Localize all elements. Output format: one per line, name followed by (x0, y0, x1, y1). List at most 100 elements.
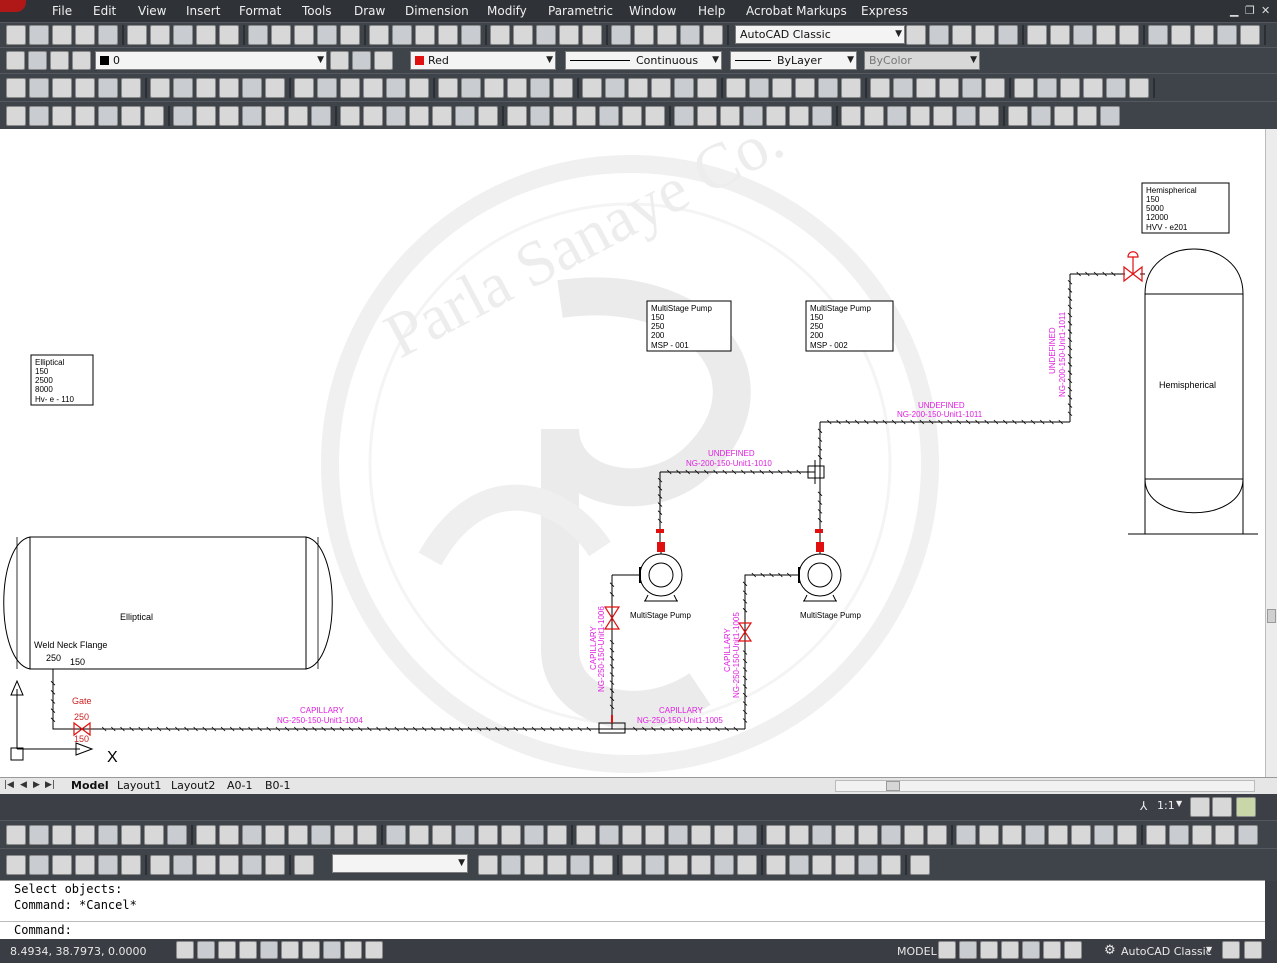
row5-tool-20-icon[interactable] (478, 825, 498, 845)
row3-tool-12-icon[interactable] (294, 78, 314, 98)
annotation-visibility-icon[interactable] (1190, 797, 1210, 817)
row5-tool-38-icon[interactable] (904, 825, 924, 845)
row2-tool-2-icon[interactable] (374, 51, 393, 70)
row1-tool-17-icon[interactable] (415, 25, 435, 45)
row6-tool-4-icon[interactable] (98, 855, 118, 875)
row5-tool-39-icon[interactable] (927, 825, 947, 845)
row1-tool-15-icon[interactable] (369, 25, 389, 45)
color-dropdown[interactable]: Red ▼ (410, 51, 556, 70)
elliptical-info-box[interactable]: Elliptical 150 2500 8000 Hv- e - 110 (30, 354, 94, 406)
row4-tool-25-icon[interactable] (599, 106, 619, 126)
row6-tool-3-icon[interactable] (547, 855, 567, 875)
row3-tool-41-icon[interactable] (985, 78, 1005, 98)
horizontal-scrollbar[interactable] (835, 780, 1255, 792)
row1-tool-7-icon[interactable] (173, 25, 193, 45)
statusicons2-tool-0-icon[interactable] (938, 941, 956, 959)
statusicons-tool-3-icon[interactable] (239, 941, 257, 959)
row5-tool-24-icon[interactable] (576, 825, 596, 845)
row2-tool-0-icon[interactable] (330, 51, 349, 70)
row1-tool-8-icon[interactable] (1096, 25, 1116, 45)
row4-tool-22-icon[interactable] (530, 106, 550, 126)
horizontal-scroll-thumb[interactable] (886, 781, 900, 791)
row5-tool-13-icon[interactable] (311, 825, 331, 845)
row3-tool-33-icon[interactable] (795, 78, 815, 98)
row3-tool-2-icon[interactable] (52, 78, 72, 98)
status-workspace[interactable]: AutoCAD Classic (1121, 945, 1212, 958)
menu-acrobat-markups[interactable]: Acrobat Markups (746, 4, 847, 18)
row6-tool-2-icon[interactable] (524, 855, 544, 875)
row5-tool-27-icon[interactable] (645, 825, 665, 845)
row5-tool-43-icon[interactable] (1025, 825, 1045, 845)
menu-insert[interactable]: Insert (186, 4, 220, 18)
row1-tool-18-icon[interactable] (438, 25, 458, 45)
statusicons-tool-6-icon[interactable] (302, 941, 320, 959)
row3-tool-44-icon[interactable] (1060, 78, 1080, 98)
row4-tool-45-icon[interactable] (1077, 106, 1097, 126)
row5-tool-17-icon[interactable] (409, 825, 429, 845)
statusicons-tool-5-icon[interactable] (281, 941, 299, 959)
row3-tool-42-icon[interactable] (1014, 78, 1034, 98)
row4-tool-28-icon[interactable] (674, 106, 694, 126)
row6-tool-16-icon[interactable] (858, 855, 878, 875)
annotation-scale-icon[interactable]: ⅄ (1140, 799, 1147, 813)
row4-tool-12-icon[interactable] (288, 106, 308, 126)
statusicons-tool-9-icon[interactable] (365, 941, 383, 959)
clean-screen-icon[interactable] (1244, 941, 1262, 959)
row5-tool-0-icon[interactable] (6, 825, 26, 845)
chevron-down-icon[interactable]: ▼ (1206, 945, 1212, 954)
row1-tool-1-icon[interactable] (29, 25, 49, 45)
row5-tool-14-icon[interactable] (334, 825, 354, 845)
row3-tool-20-icon[interactable] (484, 78, 504, 98)
row5-tool-45-icon[interactable] (1071, 825, 1091, 845)
row5-tool-50-icon[interactable] (1192, 825, 1212, 845)
row1-tool-3-icon[interactable] (975, 25, 995, 45)
row4-tool-26-icon[interactable] (622, 106, 642, 126)
row6-tool-2-icon[interactable] (52, 855, 72, 875)
menu-help[interactable]: Help (698, 4, 725, 18)
row6-tool-11-icon[interactable] (737, 855, 757, 875)
workspace-lock-icon[interactable] (1236, 797, 1256, 817)
row5-tool-37-icon[interactable] (881, 825, 901, 845)
row4-tool-36-icon[interactable] (864, 106, 884, 126)
statusicons2-tool-6-icon[interactable] (1064, 941, 1082, 959)
row2-tool-1-icon[interactable] (28, 51, 47, 70)
row1-tool-19-icon[interactable] (461, 25, 481, 45)
row3-tool-1-icon[interactable] (29, 78, 49, 98)
row5-tool-26-icon[interactable] (622, 825, 642, 845)
row5-tool-34-icon[interactable] (812, 825, 832, 845)
row5-tool-1-icon[interactable] (29, 825, 49, 845)
hemispherical-vessel[interactable] (1128, 248, 1258, 535)
row4-tool-44-icon[interactable] (1054, 106, 1074, 126)
row1-tool-5-icon[interactable] (127, 25, 147, 45)
row5-tool-31-icon[interactable] (737, 825, 757, 845)
row3-tool-24-icon[interactable] (582, 78, 602, 98)
statusicons2-tool-2-icon[interactable] (980, 941, 998, 959)
row3-tool-16-icon[interactable] (386, 78, 406, 98)
row5-tool-36-icon[interactable] (858, 825, 878, 845)
row4-tool-16-icon[interactable] (386, 106, 406, 126)
row4-tool-35-icon[interactable] (841, 106, 861, 126)
menu-format[interactable]: Format (239, 4, 281, 18)
row4-tool-1-icon[interactable] (29, 106, 49, 126)
row1-tool-13-icon[interactable] (1217, 25, 1237, 45)
row6-tool-3-icon[interactable] (75, 855, 95, 875)
row1-tool-4-icon[interactable] (998, 25, 1018, 45)
row1-tool-14-icon[interactable] (340, 25, 360, 45)
last-tab-icon[interactable]: ▶| (45, 780, 55, 790)
prev-tab-icon[interactable]: ◀ (20, 780, 27, 790)
row3-tool-36-icon[interactable] (870, 78, 890, 98)
pump-2[interactable] (798, 542, 842, 602)
row3-tool-37-icon[interactable] (893, 78, 913, 98)
row6-tool-0-icon[interactable] (6, 855, 26, 875)
row4-tool-40-icon[interactable] (956, 106, 976, 126)
view-dropdown[interactable]: ▼ (332, 854, 468, 873)
statusicons-tool-2-icon[interactable] (218, 941, 236, 959)
drawing-canvas[interactable]: Parla Sanaye Co. Elliptical 150 2500 800… (0, 129, 1265, 777)
row5-tool-9-icon[interactable] (219, 825, 239, 845)
toolbar-lock-icon[interactable] (1222, 941, 1240, 959)
row4-tool-7-icon[interactable] (173, 106, 193, 126)
row1-tool-28-icon[interactable] (680, 25, 700, 45)
tab-model[interactable]: Model (71, 779, 109, 792)
row4-tool-34-icon[interactable] (812, 106, 832, 126)
row4-tool-15-icon[interactable] (363, 106, 383, 126)
